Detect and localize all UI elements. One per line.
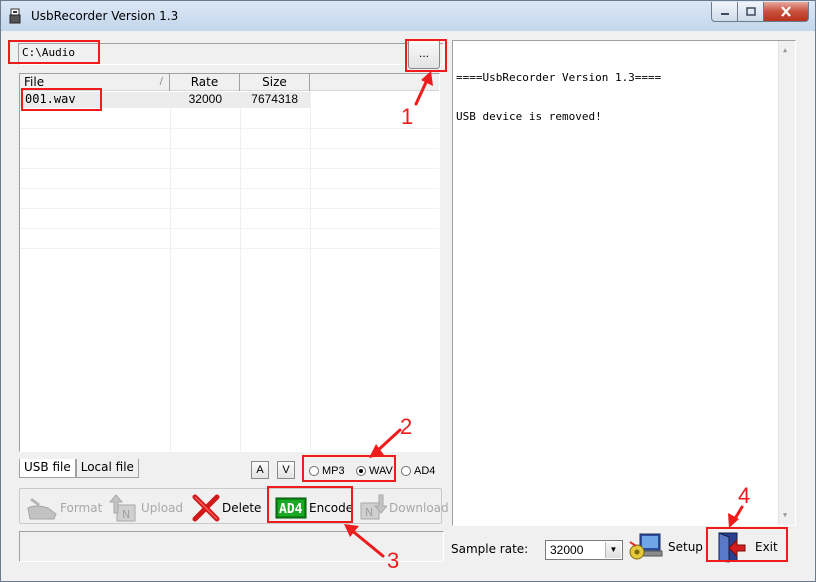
encode-label: Encode bbox=[309, 501, 354, 515]
column-rate-label: Rate bbox=[190, 75, 219, 89]
delete-button[interactable]: Delete bbox=[192, 493, 261, 523]
log-line: USB device is removed! bbox=[456, 110, 602, 123]
sample-rate-select[interactable]: 32000 ▼ bbox=[545, 540, 623, 560]
cell-size: 7674318 bbox=[251, 92, 298, 106]
format-wav-radio[interactable]: WAV bbox=[356, 465, 393, 477]
maximize-button[interactable] bbox=[738, 2, 764, 22]
tab-local-file[interactable]: Local file bbox=[75, 459, 139, 478]
exit-door-icon bbox=[718, 532, 746, 563]
minimize-icon bbox=[720, 12, 729, 15]
sort-descending-button[interactable]: V bbox=[277, 461, 295, 479]
row-divider bbox=[20, 128, 439, 129]
log-line: ====UsbRecorder Version 1.3==== bbox=[456, 71, 662, 84]
radio-circle bbox=[401, 466, 411, 476]
format-label: Format bbox=[60, 501, 103, 515]
sample-rate-label: Sample rate: bbox=[451, 542, 529, 556]
row-divider bbox=[20, 188, 439, 189]
radio-circle-selected bbox=[356, 466, 366, 476]
radio-circle bbox=[309, 466, 319, 476]
column-size-label: Size bbox=[262, 75, 287, 89]
column-rate[interactable]: Rate bbox=[170, 74, 240, 91]
status-bar bbox=[19, 531, 444, 562]
column-size[interactable]: Size bbox=[240, 74, 310, 91]
close-button[interactable] bbox=[764, 2, 809, 22]
title-bar[interactable]: UsbRecorder Version 1.3 bbox=[1, 1, 815, 31]
sort-indicator: / bbox=[159, 76, 163, 87]
app-icon bbox=[9, 8, 21, 24]
file-source-tabs: USB file Local file bbox=[19, 459, 139, 478]
file-list[interactable]: File / Rate Size 001.wav 32000 7674318 bbox=[19, 73, 440, 452]
row-divider bbox=[20, 208, 439, 209]
annotation-number-3: 3 bbox=[387, 548, 400, 573]
path-field[interactable] bbox=[18, 43, 444, 65]
upload-label: Upload bbox=[141, 501, 184, 515]
browse-button[interactable]: ... bbox=[408, 39, 440, 69]
upload-icon: N bbox=[109, 494, 136, 522]
column-file-label: File bbox=[24, 75, 45, 89]
row-divider bbox=[20, 168, 439, 169]
cell-rate: 32000 bbox=[188, 92, 222, 106]
setup-icon bbox=[629, 533, 663, 560]
column-divider bbox=[170, 92, 171, 451]
annotation-number-4: 4 bbox=[738, 483, 751, 508]
svg-text:N: N bbox=[122, 508, 130, 521]
column-divider bbox=[240, 92, 241, 451]
sort-ascending-button[interactable]: A bbox=[251, 461, 269, 479]
format-icon bbox=[27, 498, 57, 520]
format-ad4-label: AD4 bbox=[414, 465, 436, 477]
format-mp3-label: MP3 bbox=[322, 465, 345, 477]
list-header: File / Rate Size bbox=[20, 74, 439, 91]
annotation-number-1: 1 bbox=[401, 104, 414, 129]
close-icon bbox=[781, 6, 791, 17]
encode-button[interactable]: AD4 Encode bbox=[275, 493, 353, 523]
log-panel[interactable]: ====UsbRecorder Version 1.3==== USB devi… bbox=[452, 40, 796, 526]
cell-file: 001.wav bbox=[25, 92, 76, 106]
setup-button[interactable]: Setup bbox=[628, 531, 703, 563]
upload-button[interactable]: N Upload bbox=[109, 493, 183, 523]
row-divider bbox=[20, 228, 439, 229]
column-file[interactable]: File / bbox=[20, 74, 170, 91]
tab-usb-file[interactable]: USB file bbox=[19, 459, 76, 478]
delete-icon bbox=[192, 494, 220, 522]
minimize-button[interactable] bbox=[711, 2, 738, 22]
download-label: Download bbox=[389, 501, 449, 515]
column-divider bbox=[310, 92, 311, 451]
svg-text:N: N bbox=[365, 506, 373, 519]
exit-label: Exit bbox=[755, 540, 778, 554]
annotation-number-2: 2 bbox=[400, 414, 413, 439]
encode-icon: AD4 bbox=[275, 497, 307, 519]
row-divider bbox=[20, 248, 439, 249]
log-scrollbar[interactable]: ▲ ▼ bbox=[778, 41, 795, 525]
chevron-down-icon[interactable]: ▼ bbox=[605, 542, 621, 558]
scroll-down-icon[interactable]: ▼ bbox=[783, 509, 787, 522]
format-ad4-radio[interactable]: AD4 bbox=[401, 465, 435, 477]
window-title: UsbRecorder Version 1.3 bbox=[31, 9, 179, 23]
download-icon: N bbox=[360, 494, 387, 520]
format-wav-label: WAV bbox=[369, 465, 393, 477]
exit-button[interactable]: Exit bbox=[715, 531, 787, 563]
sample-rate-value: 32000 bbox=[550, 543, 584, 557]
setup-label: Setup bbox=[668, 540, 703, 554]
main-window: UsbRecorder Version 1.3 C:\Audio ... Fil… bbox=[0, 0, 816, 582]
path-value: C:\Audio bbox=[22, 46, 75, 59]
download-button[interactable]: N Download bbox=[359, 493, 449, 523]
action-toolbar: Format N Upload Delete AD4 Encode N Down… bbox=[19, 488, 449, 524]
format-mp3-radio[interactable]: MP3 bbox=[309, 465, 345, 477]
window-controls bbox=[711, 2, 809, 22]
row-divider bbox=[20, 148, 439, 149]
table-row[interactable]: 001.wav 32000 7674318 bbox=[20, 92, 310, 108]
maximize-icon bbox=[745, 7, 756, 16]
format-button[interactable]: Format bbox=[26, 493, 102, 523]
delete-label: Delete bbox=[222, 501, 262, 515]
encode-icon-text: AD4 bbox=[279, 502, 303, 517]
scroll-up-icon[interactable]: ▲ bbox=[783, 44, 787, 57]
